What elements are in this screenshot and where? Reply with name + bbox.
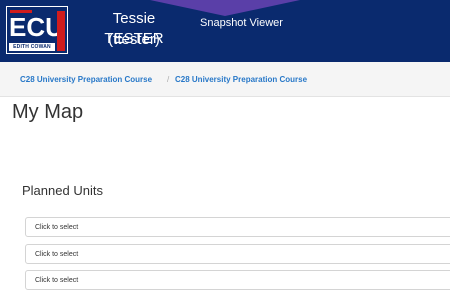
unit-select[interactable]: Click to select [25,244,450,264]
app-header: ECU EDITH COWAN Tessie TESTER (ttester) … [0,0,450,62]
logo-vertical-band [57,11,65,51]
unit-select[interactable]: Click to select [25,270,450,290]
ecu-logo[interactable]: ECU EDITH COWAN [6,6,68,54]
unit-select-placeholder: Click to select [35,277,79,284]
unit-select[interactable]: Click to select [25,217,450,237]
breadcrumb-item-course[interactable]: C28 University Preparation Course [20,75,152,85]
user-id: (ttester) [108,31,160,48]
logo-letters: ECU [9,12,64,42]
planned-units-heading: Planned Units [22,183,103,198]
unit-select-placeholder: Click to select [35,224,79,231]
logo-tagline: EDITH COWAN [9,43,55,51]
breadcrumb-separator: / [167,75,170,84]
snapshot-viewer-link[interactable]: Snapshot Viewer [200,16,283,30]
breadcrumb-item-course-current[interactable]: C28 University Preparation Course [175,75,307,85]
unit-select-placeholder: Click to select [35,251,79,258]
page-title: My Map [12,101,84,123]
